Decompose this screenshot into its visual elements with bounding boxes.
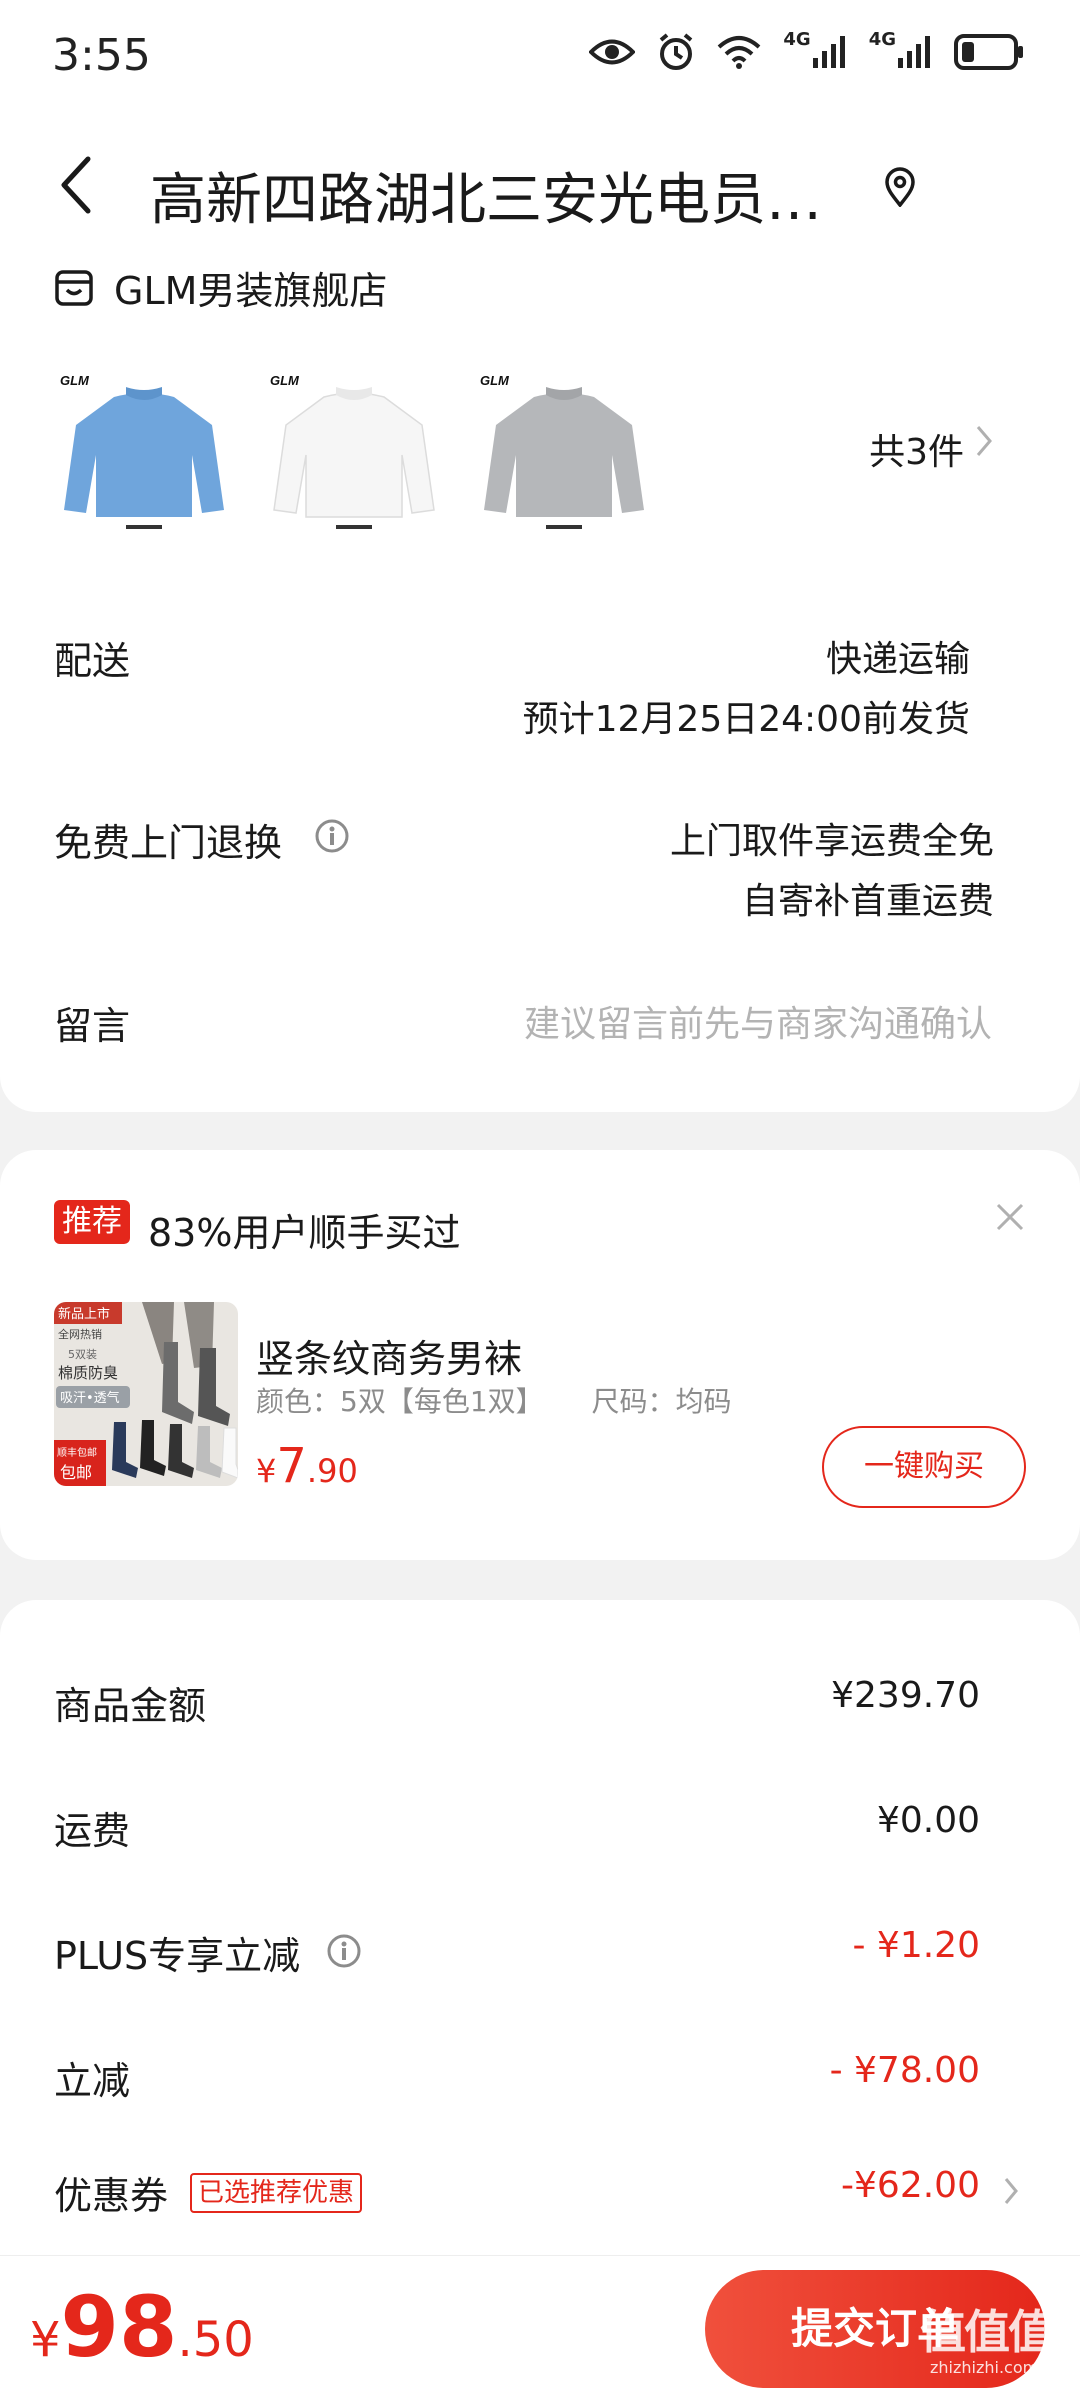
- price-value-shipping: ¥0.00: [876, 1800, 980, 1841]
- store-row[interactable]: GLM男装旗舰店: [54, 260, 387, 315]
- socks-ship2: 包邮: [60, 1463, 92, 1482]
- status-bar: 3:55 4G 4G: [0, 0, 1080, 115]
- bottom-bar: ¥98.50 提交订单 值值值 zhizhizhi.com: [0, 2255, 1080, 2400]
- recommend-spec: 颜色：5双【每色1双】 尺码：均码: [256, 1380, 731, 1420]
- price-label-plus: PLUS专享立减: [54, 1934, 301, 1978]
- address-text[interactable]: 高新四路湖北三安光电员工...: [150, 155, 870, 236]
- delivery-label: 配送: [54, 639, 131, 683]
- sweater-image-3: GLM: [480, 373, 644, 529]
- recommend-spec-color: 颜色：5双【每色1双】: [256, 1385, 544, 1418]
- close-icon[interactable]: [995, 1202, 1025, 1232]
- brand-label-2: GLM: [270, 373, 300, 388]
- status-time: 3:55: [52, 30, 151, 81]
- recommend-price-dec: .90: [306, 1452, 358, 1490]
- network-label: 4G: [783, 29, 811, 50]
- recommend-tag: 推荐: [54, 1200, 130, 1244]
- sweater-image-2: GLM: [270, 373, 435, 529]
- delivery-estimate: 预计12月25日24:00前发货: [522, 699, 970, 740]
- price-summary-card: 商品金额 ¥239.70 运费 ¥0.00 PLUS专享立减 - ¥1.20 立…: [0, 1600, 1080, 2260]
- sweater-image-1: GLM: [60, 373, 224, 529]
- recommend-spec-size: 尺码：均码: [591, 1385, 732, 1418]
- store-icon: [55, 269, 93, 306]
- network-label-2: 4G: [868, 29, 896, 50]
- product-thumb-1[interactable]: GLM: [54, 365, 234, 545]
- wifi-icon: [718, 36, 761, 69]
- product-thumb-3[interactable]: GLM: [474, 365, 654, 545]
- socks-pack: 5双装: [68, 1348, 97, 1361]
- socks-ship1: 顺丰包邮: [57, 1446, 97, 1459]
- info-icon[interactable]: [314, 818, 350, 854]
- price-value-coupon: -¥62.00: [841, 2165, 980, 2206]
- header: 高新四路湖北三安光电员工...: [0, 115, 1080, 250]
- price-value-plus: - ¥1.20: [852, 1925, 981, 1966]
- total-int: 98: [60, 2278, 178, 2376]
- eye-icon: [589, 39, 636, 65]
- socks-feature1: 棉质防臭: [58, 1364, 118, 1382]
- recommend-card: 推荐 83%用户顺手买过 新品上市 全网热销 5双装 棉质防臭 吸汗•透气 顺丰…: [0, 1150, 1080, 1560]
- recommend-price-currency: ¥: [256, 1452, 277, 1490]
- watermark: 值值值 zhizhizhi.com: [920, 2296, 1070, 2384]
- brand-label-1: GLM: [60, 373, 90, 388]
- plus-info-icon[interactable]: [326, 1933, 362, 1969]
- back-icon[interactable]: [56, 155, 96, 215]
- signal-4g-icon: 4G: [783, 29, 846, 68]
- store-name: GLM男装旗舰店: [114, 269, 388, 313]
- recommend-product-name[interactable]: 竖条纹商务男袜: [256, 1328, 522, 1383]
- returns-line2: 自寄补首重运费: [741, 881, 994, 922]
- socks-hot: 全网热销: [58, 1327, 102, 1341]
- price-value-discount: - ¥78.00: [829, 2050, 980, 2091]
- returns-label: 免费上门退换: [54, 821, 283, 865]
- order-card: GLM男装旗舰店 GLM GLM GLM 共3件 配送 快递运输 预计12月25…: [0, 250, 1080, 1112]
- price-row-coupon[interactable]: 优惠券 已选推荐优惠 -¥62.00: [0, 2165, 1080, 2225]
- brand-label-3: GLM: [480, 373, 510, 388]
- socks-badge: 新品上市: [58, 1306, 110, 1322]
- price-label-shipping: 运费: [54, 1809, 131, 1853]
- watermark-sub: zhizhizhi.com: [930, 2358, 1039, 2377]
- price-label-goods: 商品金额: [54, 1684, 207, 1728]
- alarm-icon: [660, 33, 693, 70]
- price-row-plus: PLUS专享立减 - ¥1.20: [0, 1925, 1080, 1985]
- returns-line1: 上门取件享运费全免: [669, 821, 994, 862]
- price-row-shipping: 运费 ¥0.00: [0, 1800, 1080, 1860]
- chevron-right-icon: [1004, 2178, 1018, 2204]
- price-label-coupon: 优惠券: [54, 2174, 169, 2218]
- recommend-title: 83%用户顺手买过: [148, 1211, 461, 1255]
- battery-icon: [954, 34, 1023, 70]
- total-price: ¥98.50: [30, 2278, 254, 2376]
- total-currency: ¥: [30, 2312, 61, 2368]
- products-row[interactable]: GLM GLM GLM 共3件: [54, 365, 1034, 545]
- one-click-buy-button[interactable]: 一键购买: [822, 1426, 1026, 1508]
- recommend-price: ¥7.90: [256, 1438, 358, 1494]
- watermark-text: 值值值: [920, 2305, 1054, 2359]
- price-label-discount: 立减: [54, 2059, 131, 2103]
- status-icons: 4G 4G: [589, 29, 1024, 72]
- socks-feature2: 吸汗•透气: [60, 1390, 120, 1406]
- price-row-goods: 商品金额 ¥239.70: [0, 1675, 1080, 1735]
- location-icon[interactable]: [882, 167, 918, 207]
- delivery-method[interactable]: 快递运输: [826, 630, 970, 682]
- chevron-right-icon: [976, 426, 992, 456]
- price-value-goods: ¥239.70: [831, 1675, 980, 1716]
- price-row-discount: 立减 - ¥78.00: [0, 2050, 1080, 2110]
- message-label: 留言: [54, 1004, 131, 1048]
- item-count: 共3件: [869, 432, 964, 473]
- recommend-price-int: 7: [276, 1438, 307, 1494]
- socks-image[interactable]: 新品上市 全网热销 5双装 棉质防臭 吸汗•透气 顺丰包邮 包邮: [54, 1302, 238, 1486]
- coupon-tag: 已选推荐优惠: [190, 2173, 363, 2213]
- signal-4g-icon-2: 4G: [869, 29, 932, 68]
- product-thumb-2[interactable]: GLM: [264, 365, 444, 545]
- message-input[interactable]: 建议留言前先与商家沟通确认: [524, 995, 992, 1047]
- total-dec: .50: [177, 2312, 254, 2368]
